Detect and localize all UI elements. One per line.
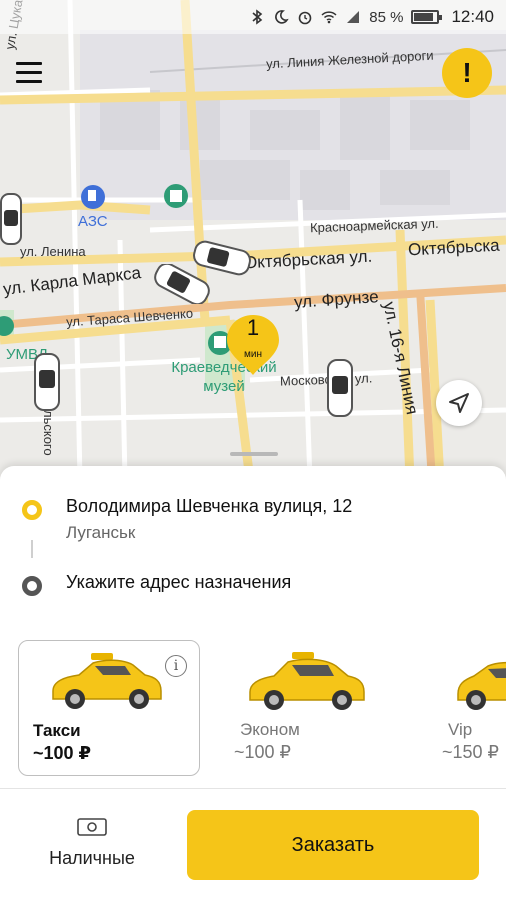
poi-label: АЗС xyxy=(78,213,108,230)
economy-car-icon xyxy=(249,652,365,710)
bluetooth-icon xyxy=(252,9,263,25)
tariff-price: ~100 ₽ xyxy=(33,743,92,763)
tariff-vip[interactable]: Vip ~150 ₽ xyxy=(438,640,506,776)
hamburger-icon-bar xyxy=(16,80,42,83)
alert-button[interactable]: ! xyxy=(442,48,492,98)
pickup-eta-pin: 1 мин xyxy=(225,313,281,377)
origin-address: Володимира Шевченка вулиця, 12 xyxy=(66,496,353,516)
menu-button[interactable] xyxy=(16,56,60,92)
destination-address-row[interactable]: Укажите адрес назначения xyxy=(22,572,291,596)
locate-me-button[interactable] xyxy=(436,380,482,426)
drag-handle[interactable] xyxy=(230,452,278,456)
car-icon xyxy=(0,193,22,245)
destination-dot-icon xyxy=(22,576,42,596)
payment-label: Наличные xyxy=(49,848,135,868)
tariff-taxi[interactable]: i Такси ~100 ₽ xyxy=(18,640,200,776)
tariff-list[interactable]: i Такси ~100 ₽ Эконом ~100 ₽ Vip ~150 ₽ xyxy=(0,640,506,780)
map-view[interactable]: ул. Цуката ул. Линия Железной дороги АЗС… xyxy=(0,0,506,480)
origin-city: Луганськ xyxy=(66,523,136,542)
vip-car-icon xyxy=(457,661,506,710)
alarm-icon xyxy=(298,11,312,25)
tariff-name: Эконом xyxy=(240,720,300,739)
tariff-name: Такси xyxy=(33,721,81,740)
destination-placeholder: Укажите адрес назначения xyxy=(66,572,292,592)
navigation-arrow-icon xyxy=(449,393,469,413)
street-label: льского xyxy=(41,410,56,456)
tariff-economy[interactable]: Эконом ~100 ₽ xyxy=(222,640,382,776)
info-icon[interactable]: i xyxy=(165,655,187,677)
origin-address-row[interactable]: Володимира Шевченка вулиця, 12 Луганськ xyxy=(22,496,352,543)
car-icon xyxy=(327,359,353,417)
eta-value: 1 xyxy=(246,315,260,340)
car-icon xyxy=(34,353,60,411)
divider xyxy=(0,788,506,789)
payment-method-button[interactable]: Наличные xyxy=(32,816,152,876)
exclamation-icon: ! xyxy=(462,57,472,88)
cash-icon xyxy=(77,818,107,836)
origin-dot-icon xyxy=(22,500,42,520)
battery-fill xyxy=(414,13,434,21)
hamburger-icon-bar xyxy=(16,71,42,74)
tariff-price: ~150 ₽ xyxy=(442,742,499,762)
street-label: ул. Ленина xyxy=(20,244,86,259)
tariff-price: ~100 ₽ xyxy=(234,742,291,762)
moon-icon xyxy=(275,10,289,24)
battery-percent: 85 % xyxy=(369,8,404,26)
order-sheet: Володимира Шевченка вулиця, 12 Луганськ … xyxy=(0,452,506,900)
car-icon xyxy=(154,264,210,304)
tariff-name: Vip xyxy=(448,720,473,739)
status-time: 12:40 xyxy=(451,7,494,26)
order-button[interactable]: Заказать xyxy=(187,810,479,880)
wifi-icon xyxy=(321,11,337,24)
signal-icon xyxy=(347,11,360,23)
battery-icon xyxy=(411,10,443,24)
route-connector xyxy=(31,540,33,558)
eta-unit: мин xyxy=(244,349,262,360)
taxi-car-icon xyxy=(52,653,162,709)
status-bar: 85 % 12:40 xyxy=(0,0,506,34)
hamburger-icon-bar xyxy=(16,62,42,65)
